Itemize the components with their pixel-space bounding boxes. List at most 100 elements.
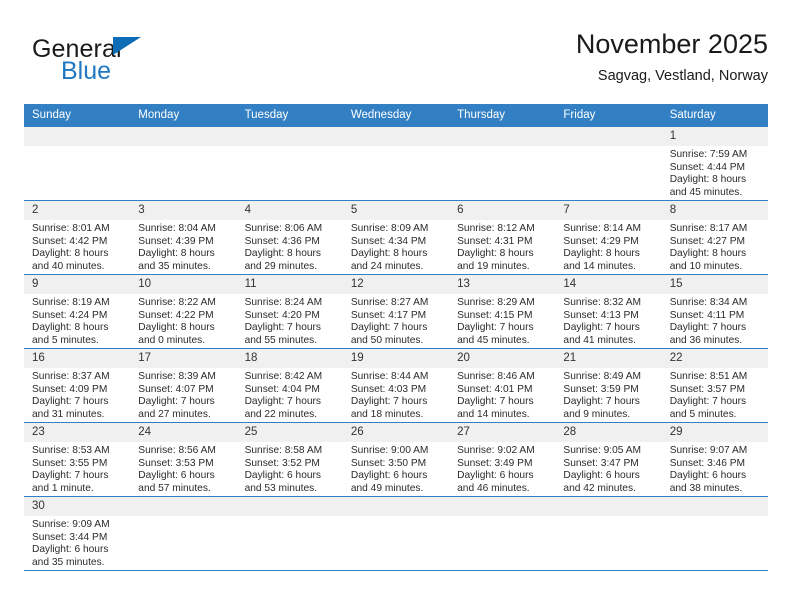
calendar-cell-empty <box>555 496 662 571</box>
sunset-text: Sunset: 4:27 PM <box>669 235 746 247</box>
sunrise-text: Sunrise: 8:44 AM <box>350 371 429 382</box>
calendar-cell-day[interactable]: 5 Sunrise: 8:09 AM Sunset: 4:34 PM Daylight… <box>342 200 450 275</box>
daylight-text-line1: Daylight: 7 hours <box>350 322 428 334</box>
daylight-text-line2: and 14 minutes. <box>457 408 530 420</box>
day-number: 19 <box>342 349 450 368</box>
sunset-text: Sunset: 4:34 PM <box>350 235 427 247</box>
daylight-text-line1: Daylight: 7 hours <box>350 396 428 408</box>
daylight-text-line1: Daylight: 6 hours <box>457 470 534 482</box>
daylight-text-line1: Daylight: 7 hours <box>669 322 747 334</box>
sunrise-text: Sunrise: 8:49 AM <box>563 371 641 382</box>
daylight-text-line2: and 55 minutes. <box>244 334 318 346</box>
day-cell: 6 Sunrise: 8:12 AM Sunset: 4:31 PM Daylight… <box>449 201 556 274</box>
calendar-cell-day[interactable]: 17 Sunrise: 8:39 AM Sunset: 4:07 PM Dayligh… <box>130 348 237 423</box>
calendar-cell-day[interactable]: 20 Sunrise: 8:46 AM Sunset: 4:01 PM Dayligh… <box>449 348 556 423</box>
day-cell: 7 Sunrise: 8:14 AM Sunset: 4:29 PM Daylight… <box>555 201 662 274</box>
calendar-cell-empty <box>449 127 556 201</box>
day-cell <box>342 127 450 200</box>
calendar-cell-day[interactable]: 16 Sunrise: 8:37 AM Sunset: 4:09 PM Dayligh… <box>24 348 131 423</box>
sunset-text: Sunset: 4:04 PM <box>244 383 320 395</box>
daylight-text-line1: Daylight: 6 hours <box>138 470 215 482</box>
sunset-text: Sunset: 3:59 PM <box>563 383 639 395</box>
calendar-cell-day[interactable]: 10 Sunrise: 8:22 AM Sunset: 4:22 PM Dayligh… <box>130 274 237 349</box>
calendar-cell-day[interactable]: 18 Sunrise: 8:42 AM Sunset: 4:04 PM Dayligh… <box>236 348 343 423</box>
day-details: Sunrise: 8:37 AM Sunset: 4:09 PM Daylight:… <box>24 368 130 421</box>
calendar-cell-empty <box>555 127 662 201</box>
weekday-header-wednesday: Wednesday <box>342 104 450 127</box>
daylight-text-line2: and 1 minute. <box>32 482 94 494</box>
calendar-cell-day[interactable]: 7 Sunrise: 8:14 AM Sunset: 4:29 PM Daylight… <box>555 200 662 275</box>
daylight-text-line1: Daylight: 7 hours <box>244 322 322 334</box>
sunset-text: Sunset: 4:13 PM <box>563 309 639 321</box>
calendar-cell-day[interactable]: 24 Sunrise: 8:56 AM Sunset: 3:53 PM Dayligh… <box>130 422 237 497</box>
day-cell: 26 Sunrise: 9:00 AM Sunset: 3:50 PM Dayligh… <box>342 423 450 496</box>
day-cell <box>130 127 237 200</box>
calendar-cell-day[interactable]: 4 Sunrise: 8:06 AM Sunset: 4:36 PM Daylight… <box>236 200 343 275</box>
calendar-cell-day[interactable]: 8 Sunrise: 8:17 AM Sunset: 4:27 PM Daylight… <box>661 200 768 275</box>
day-details <box>343 146 449 149</box>
day-cell: 3 Sunrise: 8:04 AM Sunset: 4:39 PM Daylight… <box>130 201 237 274</box>
sunrise-text: Sunrise: 9:09 AM <box>32 519 110 530</box>
sunrise-text: Sunrise: 9:00 AM <box>350 445 429 456</box>
general-blue-logo[interactable]: General Blue <box>32 36 232 92</box>
day-number: 14 <box>555 275 662 294</box>
day-cell: 16 Sunrise: 8:37 AM Sunset: 4:09 PM Dayligh… <box>24 349 131 422</box>
day-number <box>555 127 662 146</box>
daylight-text-line1: Daylight: 7 hours <box>563 322 640 334</box>
calendar-cell-day[interactable]: 21 Sunrise: 8:49 AM Sunset: 3:59 PM Dayligh… <box>555 348 662 423</box>
day-details: Sunrise: 9:02 AM Sunset: 3:49 PM Daylight:… <box>449 442 555 495</box>
day-cell: 18 Sunrise: 8:42 AM Sunset: 4:04 PM Dayligh… <box>236 349 343 422</box>
weekday-header-monday: Monday <box>130 104 237 127</box>
day-details: Sunrise: 8:58 AM Sunset: 3:52 PM Daylight:… <box>237 442 343 495</box>
day-cell: 8 Sunrise: 8:17 AM Sunset: 4:27 PM Daylight… <box>661 201 768 274</box>
calendar-cell-day[interactable]: 25 Sunrise: 8:58 AM Sunset: 3:52 PM Dayligh… <box>236 422 343 497</box>
day-number <box>342 127 450 146</box>
daylight-text-line2: and 50 minutes. <box>350 334 424 346</box>
daylight-text-line1: Daylight: 7 hours <box>457 322 534 334</box>
calendar-cell-day[interactable]: 26 Sunrise: 9:00 AM Sunset: 3:50 PM Dayligh… <box>342 422 450 497</box>
day-number: 21 <box>555 349 662 368</box>
calendar-cell-day[interactable]: 29 Sunrise: 9:07 AM Sunset: 3:46 PM Dayligh… <box>661 422 768 497</box>
sunset-text: Sunset: 4:03 PM <box>350 383 427 395</box>
day-number: 29 <box>661 423 768 442</box>
calendar-cell-day[interactable]: 11 Sunrise: 8:24 AM Sunset: 4:20 PM Dayligh… <box>236 274 343 349</box>
day-cell: 11 Sunrise: 8:24 AM Sunset: 4:20 PM Dayligh… <box>236 275 343 348</box>
daylight-text-line2: and 14 minutes. <box>563 260 636 272</box>
calendar-cell-day[interactable]: 1 Sunrise: 7:59 AM Sunset: 4:44 PM Daylight… <box>661 127 768 201</box>
daylight-text-line1: Daylight: 6 hours <box>244 470 322 482</box>
sunrise-text: Sunrise: 8:37 AM <box>32 371 110 382</box>
calendar-header-row: Sunday Monday Tuesday Wednesday Thursday Frid… <box>24 104 768 127</box>
day-number: 18 <box>236 349 343 368</box>
day-details: Sunrise: 8:04 AM Sunset: 4:39 PM Daylight:… <box>130 220 236 273</box>
day-cell <box>449 127 556 200</box>
daylight-text-line2: and 27 minutes. <box>138 408 211 420</box>
calendar-cell-day[interactable]: 30 Sunrise: 9:09 AM Sunset: 3:44 PM Dayligh… <box>24 496 131 571</box>
sunset-text: Sunset: 4:39 PM <box>138 235 214 247</box>
calendar-cell-day[interactable]: 27 Sunrise: 9:02 AM Sunset: 3:49 PM Dayligh… <box>449 422 556 497</box>
sunset-text: Sunset: 3:44 PM <box>32 531 108 543</box>
calendar-cell-day[interactable]: 14 Sunrise: 8:32 AM Sunset: 4:13 PM Dayligh… <box>555 274 662 349</box>
daylight-text-line1: Daylight: 8 hours <box>669 174 747 186</box>
calendar-cell-day[interactable]: 13 Sunrise: 8:29 AM Sunset: 4:15 PM Dayligh… <box>449 274 556 349</box>
daylight-text-line1: Daylight: 7 hours <box>563 396 640 408</box>
calendar-cell-day[interactable]: 15 Sunrise: 8:34 AM Sunset: 4:11 PM Dayligh… <box>661 274 768 349</box>
calendar-cell-day[interactable]: 19 Sunrise: 8:44 AM Sunset: 4:03 PM Dayligh… <box>342 348 450 423</box>
calendar-cell-day[interactable]: 3 Sunrise: 8:04 AM Sunset: 4:39 PM Daylight… <box>130 200 237 275</box>
calendar-cell-day[interactable]: 6 Sunrise: 8:12 AM Sunset: 4:31 PM Daylight… <box>449 200 556 275</box>
daylight-text-line2: and 41 minutes. <box>563 334 636 346</box>
day-details: Sunrise: 8:44 AM Sunset: 4:03 PM Daylight:… <box>343 368 449 421</box>
daylight-text-line1: Daylight: 8 hours <box>563 248 640 260</box>
daylight-text-line2: and 42 minutes. <box>563 482 636 494</box>
day-number <box>449 127 556 146</box>
calendar-cell-day[interactable]: 28 Sunrise: 9:05 AM Sunset: 3:47 PM Dayligh… <box>555 422 662 497</box>
calendar-cell-day[interactable]: 23 Sunrise: 8:53 AM Sunset: 3:55 PM Dayligh… <box>24 422 131 497</box>
calendar-cell-day[interactable]: 2 Sunrise: 8:01 AM Sunset: 4:42 PM Daylight… <box>24 200 131 275</box>
sunrise-text: Sunrise: 7:59 AM <box>669 149 748 160</box>
calendar-cell-day[interactable]: 9 Sunrise: 8:19 AM Sunset: 4:24 PM Daylight… <box>24 274 131 349</box>
daylight-text-line1: Daylight: 8 hours <box>244 248 322 260</box>
daylight-text-line1: Daylight: 7 hours <box>669 396 747 408</box>
calendar-cell-day[interactable]: 22 Sunrise: 8:51 AM Sunset: 3:57 PM Dayligh… <box>661 348 768 423</box>
day-cell: 14 Sunrise: 8:32 AM Sunset: 4:13 PM Dayligh… <box>555 275 662 348</box>
day-number: 9 <box>24 275 131 294</box>
calendar-cell-day[interactable]: 12 Sunrise: 8:27 AM Sunset: 4:17 PM Dayligh… <box>342 274 450 349</box>
